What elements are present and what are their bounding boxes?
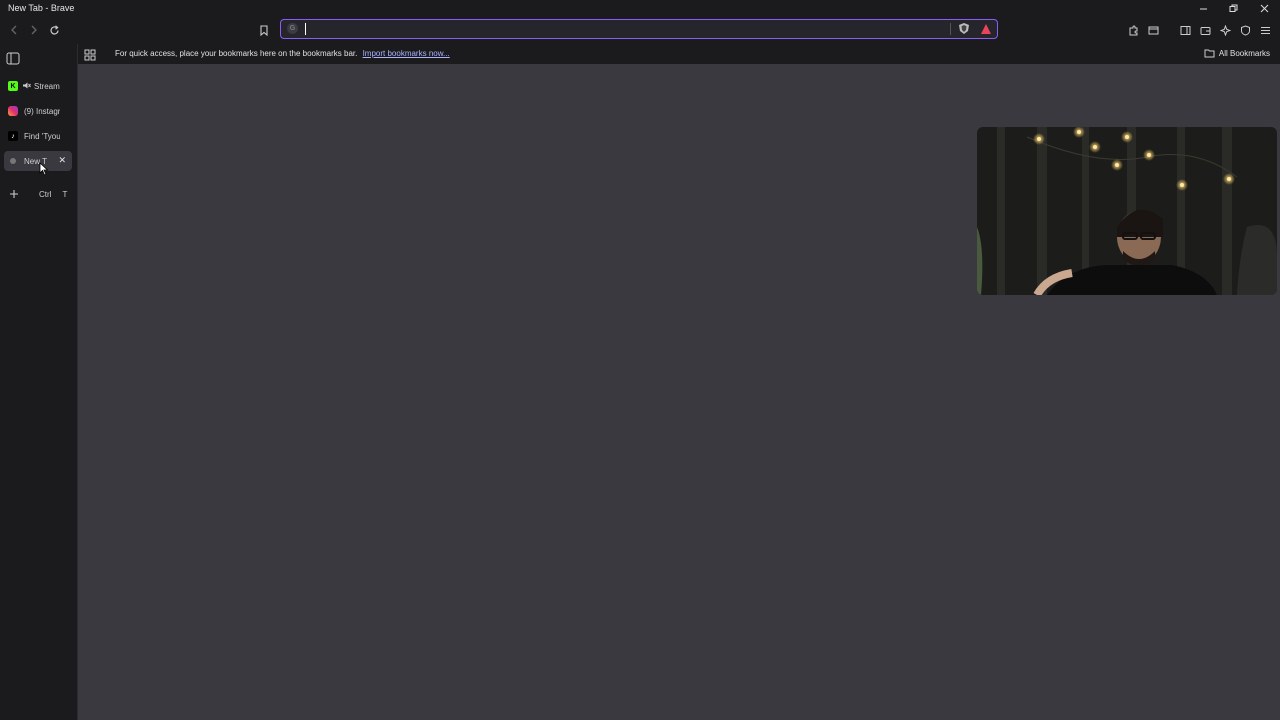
- tab-search-icon: [1148, 26, 1158, 34]
- bookmarks-bar: For quick access, place your bookmarks h…: [78, 44, 1280, 64]
- all-bookmarks-label: All Bookmarks: [1218, 48, 1270, 58]
- address-input[interactable]: [305, 21, 949, 39]
- shortcut-key: T: [62, 189, 68, 199]
- tab-instagram[interactable]: (9) Instagra: [4, 101, 72, 121]
- kick-icon: K: [8, 81, 18, 91]
- sidebar-panel-icon: [1180, 25, 1190, 35]
- tab-label: Stream: [34, 81, 60, 91]
- vpn-button[interactable]: [1236, 21, 1254, 39]
- close-icon: [1260, 4, 1268, 12]
- address-bar[interactable]: G: [280, 19, 998, 39]
- import-bookmarks-link[interactable]: Import bookmarks now...: [363, 49, 450, 58]
- google-search-icon: G: [287, 23, 298, 34]
- tab-stream[interactable]: K Stream: [4, 76, 72, 96]
- leo-ai-button[interactable]: [1216, 21, 1234, 39]
- puzzle-icon: [1129, 25, 1137, 35]
- bookmarks-bar-message: For quick access, place your bookmarks h…: [115, 49, 450, 58]
- address-separator: [950, 23, 951, 35]
- tab-label: Find 'Tyou: [24, 131, 60, 141]
- text-caret: [305, 23, 306, 35]
- title-bar: New Tab - Brave: [0, 0, 1280, 16]
- sidebar-toggle-button[interactable]: [1176, 21, 1194, 39]
- reload-button[interactable]: [45, 21, 63, 39]
- muted-speaker-icon[interactable]: [22, 77, 31, 95]
- tab-tiktok[interactable]: ♪ Find 'Tyou: [4, 126, 72, 146]
- toolbar: G: [0, 16, 1280, 44]
- main-menu-button[interactable]: [1256, 21, 1274, 39]
- wallet-icon: [1200, 26, 1210, 35]
- close-tab-icon[interactable]: ✕: [58, 155, 66, 166]
- bookmark-icon: [260, 24, 268, 36]
- plus-icon: [10, 190, 18, 198]
- back-button[interactable]: [5, 21, 23, 39]
- webcam-image: [977, 127, 1277, 295]
- bookmark-page-button[interactable]: [255, 21, 273, 39]
- minimize-icon: [1199, 8, 1207, 9]
- sidebar-collapse-icon: [6, 52, 20, 65]
- brave-rewards-icon[interactable]: [980, 22, 992, 40]
- wallet-button[interactable]: [1196, 21, 1214, 39]
- extensions-button[interactable]: [1124, 21, 1142, 39]
- bookmarks-hint-text: For quick access, place your bookmarks h…: [115, 49, 358, 58]
- forward-button[interactable]: [25, 21, 43, 39]
- reload-icon: [49, 24, 59, 34]
- tab-label: (9) Instagra: [24, 106, 60, 116]
- tab-search-button[interactable]: [1144, 21, 1162, 39]
- sparkle-icon: [1219, 24, 1231, 36]
- vpn-shield-icon: [1240, 24, 1250, 36]
- hamburger-menu-icon: [1260, 26, 1270, 34]
- tiktok-icon: ♪: [8, 131, 18, 141]
- restore-icon: [1229, 4, 1237, 12]
- window-title: New Tab - Brave: [8, 3, 75, 13]
- shortcut-ctrl: Ctrl: [39, 189, 52, 199]
- restore-button[interactable]: [1218, 0, 1248, 16]
- webcam-overlay: [977, 127, 1277, 295]
- close-window-button[interactable]: [1249, 0, 1279, 16]
- back-arrow-icon: [11, 25, 17, 35]
- collapse-sidebar-button[interactable]: [6, 52, 20, 70]
- tab-new-tab[interactable]: New T ✕: [4, 151, 72, 171]
- minimize-button[interactable]: [1188, 0, 1218, 16]
- apps-grid-icon[interactable]: [84, 48, 96, 66]
- forward-arrow-icon: [31, 25, 37, 35]
- new-tab-icon: [8, 156, 18, 166]
- all-bookmarks-button[interactable]: All Bookmarks: [1204, 48, 1270, 58]
- mouse-cursor-icon: [39, 162, 49, 176]
- vertical-tab-strip: K Stream (9) Instagra ♪ Find 'Tyou New T…: [0, 44, 78, 720]
- brave-shields-icon[interactable]: [958, 22, 970, 40]
- new-tab-button[interactable]: Ctrl T: [4, 185, 72, 203]
- instagram-icon: [8, 106, 18, 116]
- folder-icon: [1204, 49, 1215, 58]
